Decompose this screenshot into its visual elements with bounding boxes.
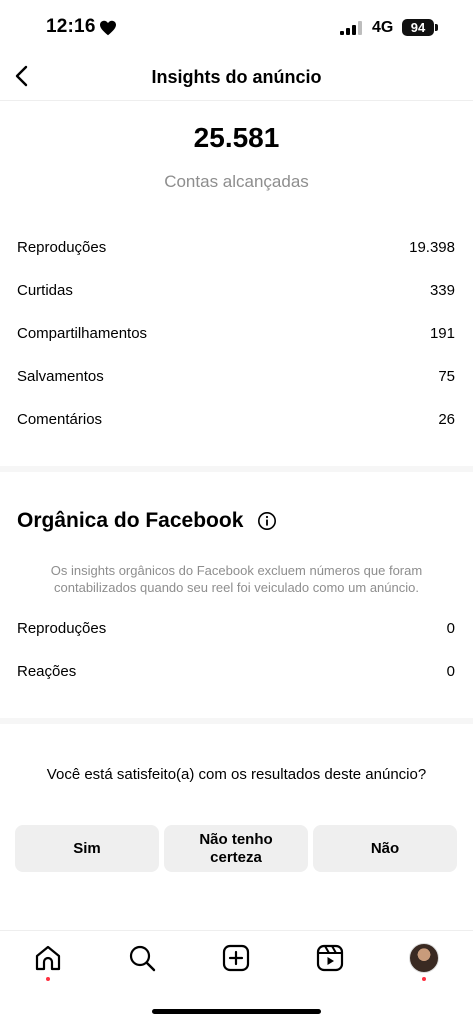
- yes-button-label: Sim: [73, 839, 101, 857]
- metric-value: 0: [446, 663, 455, 680]
- metric-row: Reproduções 19.398: [17, 239, 455, 263]
- tab-bar-divider: [0, 930, 473, 931]
- metric-value: 26: [438, 411, 455, 428]
- metric-row: Comentários 26: [17, 411, 455, 435]
- metric-row: Salvamentos 75: [17, 368, 455, 392]
- metric-value: 75: [438, 368, 455, 385]
- profile-notification-dot: [422, 977, 426, 981]
- no-button-label: Não: [370, 839, 400, 857]
- yes-button[interactable]: Sim: [15, 825, 159, 872]
- facebook-section-title: Orgânica do Facebook: [17, 509, 244, 532]
- metric-label: Reações: [17, 663, 77, 680]
- page-title: Insights do anúncio: [151, 67, 322, 87]
- battery-icon: 94: [402, 19, 434, 36]
- unsure-button[interactable]: Não tenho certeza: [164, 825, 308, 872]
- battery-tip: [435, 24, 438, 31]
- heart-icon: [100, 20, 116, 36]
- section-divider: [0, 718, 473, 724]
- reels-icon[interactable]: [315, 943, 345, 973]
- home-notification-dot: [46, 977, 50, 981]
- section-divider: [0, 466, 473, 472]
- accounts-reached-value: 25.581: [193, 122, 280, 153]
- facebook-metric-row: Reproduções 0: [17, 620, 455, 644]
- metric-value: 339: [429, 282, 455, 299]
- metric-value: 191: [429, 325, 455, 342]
- accounts-reached-label: Contas alcançadas: [164, 172, 309, 191]
- header: Insights do anúncio: [0, 56, 473, 101]
- metric-label: Curtidas: [17, 282, 73, 299]
- home-indicator: [152, 1009, 321, 1014]
- signal-icon: [340, 21, 362, 35]
- metric-label: Comentários: [17, 411, 103, 428]
- metric-label: Compartilhamentos: [17, 325, 148, 342]
- metric-value: 0: [446, 620, 455, 637]
- create-icon[interactable]: [221, 943, 251, 973]
- profile-avatar[interactable]: [409, 943, 439, 973]
- metric-label: Reproduções: [17, 620, 107, 637]
- metric-label: Reproduções: [17, 239, 107, 256]
- metric-label: Salvamentos: [17, 368, 104, 385]
- status-bar: 12:16 4G 94: [0, 0, 473, 56]
- status-time: 12:16: [46, 16, 96, 37]
- unsure-button-label: Não tenho certeza: [199, 830, 273, 866]
- info-icon[interactable]: [257, 511, 277, 531]
- network-type: 4G: [372, 19, 394, 36]
- metric-row: Curtidas 339: [17, 282, 455, 306]
- metric-row: Compartilhamentos 191: [17, 325, 455, 349]
- home-icon[interactable]: [33, 943, 63, 973]
- metric-value: 19.398: [409, 239, 455, 256]
- facebook-metric-row: Reações 0: [17, 663, 455, 687]
- satisfaction-question: Você está satisfeito(a) com os resultado…: [46, 766, 427, 783]
- facebook-note: Os insights orgânicos do Facebook exclue…: [50, 563, 423, 595]
- search-icon[interactable]: [127, 943, 157, 973]
- no-button[interactable]: Não: [313, 825, 457, 872]
